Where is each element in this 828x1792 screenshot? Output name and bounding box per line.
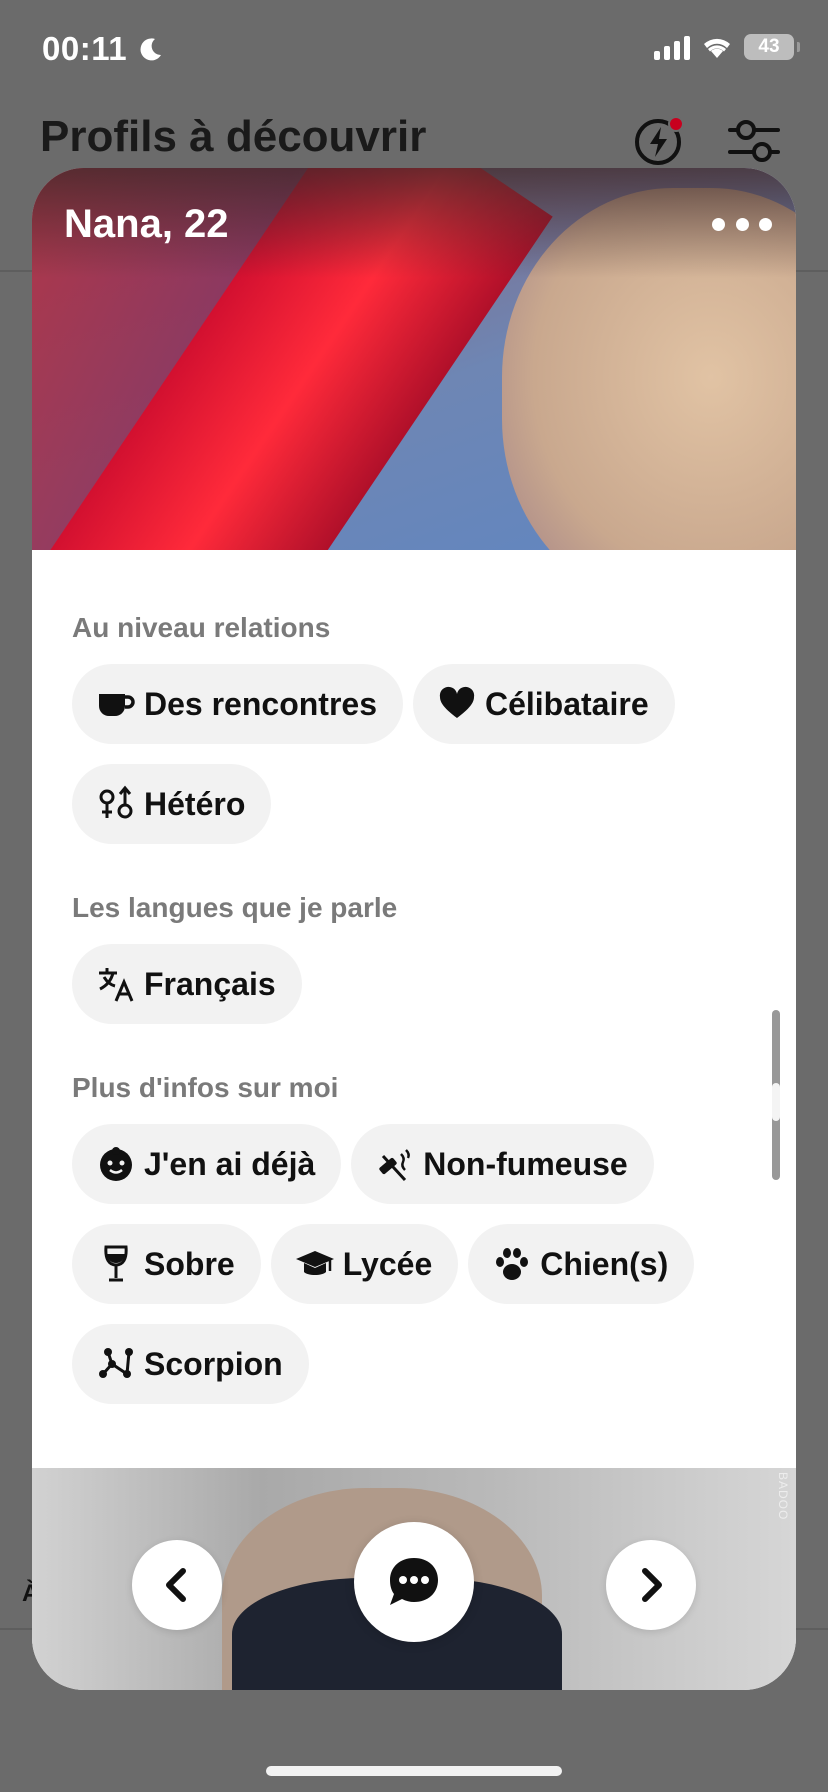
status-bar: 00:11 43 bbox=[0, 0, 828, 100]
battery-indicator: 43 bbox=[744, 34, 800, 60]
chip-scorpion: Scorpion bbox=[72, 1324, 309, 1404]
profile-info-panel: Au niveau relations Des rencontres Célib… bbox=[32, 550, 796, 1468]
badoo-watermark: BADOO bbox=[776, 1472, 790, 1521]
chips-relations: Des rencontres Célibataire Hétéro bbox=[72, 664, 752, 844]
chip-label: Scorpion bbox=[144, 1345, 283, 1382]
home-indicator[interactable] bbox=[266, 1766, 562, 1776]
chip-label: Célibataire bbox=[484, 685, 649, 722]
chip-enfants: J'en ai déjà bbox=[72, 1124, 342, 1204]
more-options-button[interactable] bbox=[712, 204, 772, 244]
paw-icon bbox=[496, 1248, 529, 1280]
hetero-symbol-icon bbox=[99, 785, 133, 819]
section-title-languages: Les langues que je parle bbox=[72, 892, 398, 923]
chat-bubble-icon bbox=[390, 1558, 438, 1605]
next-profile-button[interactable] bbox=[606, 1540, 696, 1630]
baby-icon bbox=[100, 1147, 132, 1181]
profile-photo-top[interactable]: Nana, 22 bbox=[32, 168, 796, 550]
chip-label: J'en ai déjà bbox=[144, 1145, 316, 1182]
dot bbox=[712, 217, 725, 231]
profile-name-age: Nana, 22 bbox=[64, 202, 229, 246]
chip-label: Français bbox=[144, 965, 276, 1002]
dot bbox=[759, 217, 772, 231]
chip-celibataire: Célibataire bbox=[412, 664, 675, 744]
status-indicators: 43 bbox=[654, 34, 800, 60]
wifi-icon bbox=[704, 38, 730, 58]
notification-dot bbox=[668, 116, 684, 132]
dot bbox=[735, 217, 749, 231]
previous-profile-button[interactable] bbox=[132, 1540, 222, 1630]
translate-icon bbox=[99, 968, 134, 1002]
heart-icon bbox=[439, 686, 475, 718]
chip-label: Non-fumeuse bbox=[423, 1145, 628, 1182]
scrollbar-thumb[interactable] bbox=[772, 1083, 780, 1121]
chip-non-fumeuse: Non-fumeuse bbox=[351, 1124, 654, 1204]
section-title-relations: Au niveau relations bbox=[72, 612, 331, 643]
do-not-disturb-moon-icon bbox=[140, 38, 161, 61]
page-title: Profils à découvrir bbox=[40, 112, 427, 161]
chevron-left-icon bbox=[166, 1568, 186, 1602]
chip-hetero: Hétéro bbox=[72, 764, 272, 844]
chip-sobre: Sobre bbox=[72, 1224, 261, 1304]
chip-lycee: Lycée bbox=[270, 1224, 459, 1304]
profile-card[interactable]: Nana, 22 Au niveau relations Des rencont… bbox=[32, 168, 796, 1690]
filters-button[interactable] bbox=[726, 112, 782, 168]
coffee-cup-icon bbox=[99, 694, 135, 716]
chip-label: Hétéro bbox=[144, 785, 246, 822]
boost-button[interactable] bbox=[632, 112, 688, 168]
wine-glass-icon bbox=[104, 1245, 128, 1282]
chevron-right-icon bbox=[642, 1568, 662, 1602]
chips-languages: Français bbox=[72, 944, 752, 1024]
no-smoking-icon bbox=[379, 1149, 411, 1182]
status-time: 00:11 bbox=[42, 30, 128, 67]
chips-more-info: J'en ai déjà Non-fumeuse Sobre Lycée Chi… bbox=[72, 1124, 752, 1404]
chip-francais: Français bbox=[72, 944, 302, 1024]
chip-label: Sobre bbox=[144, 1245, 235, 1282]
chip-label: Chien(s) bbox=[540, 1245, 669, 1282]
chat-button[interactable] bbox=[354, 1522, 474, 1642]
chip-chiens: Chien(s) bbox=[468, 1224, 695, 1304]
cellular-signal-icon bbox=[654, 34, 690, 60]
constellation-icon bbox=[99, 1348, 133, 1378]
chip-rencontres: Des rencontres bbox=[72, 664, 403, 744]
chip-label: Des rencontres bbox=[144, 685, 377, 722]
battery-level: 43 bbox=[758, 36, 780, 57]
section-title-more-info: Plus d'infos sur moi bbox=[72, 1072, 339, 1103]
chip-label: Lycée bbox=[342, 1245, 433, 1282]
filter-sliders-icon bbox=[728, 120, 780, 162]
graduation-cap-icon bbox=[295, 1251, 334, 1275]
